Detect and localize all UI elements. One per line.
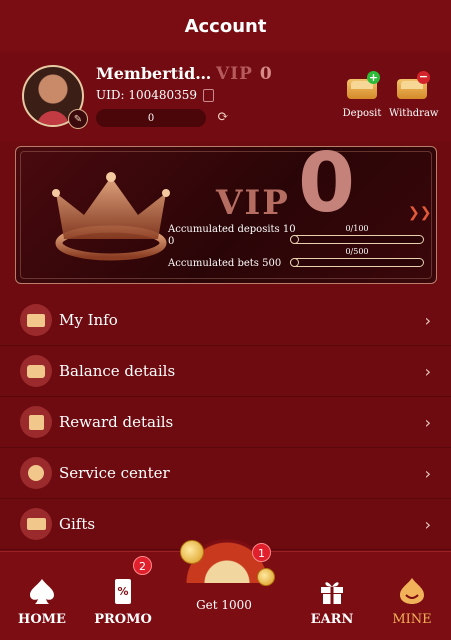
get-bonus-label[interactable]: Get 1000 [186,598,262,612]
gift-box-icon [321,582,343,604]
gift-icon [20,406,52,438]
page-title: Account [184,15,267,37]
menu-item-reward-details[interactable]: Reward details › [0,397,451,448]
svg-text:%: % [117,585,128,598]
chevron-right-icon: › [424,361,431,381]
get-badge: 1 [252,543,271,562]
header: Account [0,0,451,53]
balance-display: 0 [96,109,206,127]
menu-item-my-info[interactable]: My Info › [0,295,451,346]
chevron-right-icon: › [424,310,431,330]
tab-earn-label: EARN [310,612,354,627]
deposits-label-line1: Accumulated deposits 10 [168,224,296,235]
coin-icon [180,540,204,564]
menu-item-service-center[interactable]: Service center › [0,448,451,499]
deposits-progress-bar [290,235,424,244]
menu-item-label: Gifts [59,515,96,533]
deposit-wallet-icon: + [345,71,380,101]
deposits-label: Accumulated deposits 10 0 [168,224,296,248]
menu-item-label: My Info [59,311,118,329]
avatar[interactable]: ✎ [22,65,88,129]
vip-level: 0 [259,64,273,84]
deposits-label-line2: 0 [168,236,175,247]
tab-promo[interactable]: % PROMO [88,576,158,627]
vip-card[interactable]: VIP 0 ❯❯ Accumulated deposits 10 0 0/100… [15,146,437,284]
headset-icon [20,457,52,489]
profile-section: ✎ Membertid… VIP 0 UID: 100480359 0 ⟳ + … [0,52,451,142]
tab-earn[interactable]: EARN [297,576,367,627]
deposits-progress-text: 0/100 [345,224,369,233]
chevron-right-icon: › [424,412,431,432]
avatar-shirt [37,111,69,125]
deposit-label: Deposit [342,108,382,119]
balance-value: 0 [147,112,155,124]
uid-row: UID: 100480359 [96,88,215,102]
account-menu: My Info › Balance details › Reward detai… [0,295,451,550]
bets-progress-text: 0/500 [345,247,369,256]
ticket-icon [20,508,52,540]
id-card-icon [20,304,52,336]
bottom-nav: HOME % PROMO 2 1 Get 1000 EARN MINE [0,539,451,640]
bets-label: Accumulated bets 500 [168,258,282,269]
menu-item-label: Service center [59,464,170,482]
promo-badge: 2 [133,556,152,575]
menu-item-label: Reward details [59,413,174,431]
chevron-right-icon: › [424,463,431,483]
bets-progress-bar [290,258,424,267]
edit-avatar-icon[interactable]: ✎ [68,109,88,129]
refresh-icon[interactable]: ⟳ [214,108,232,126]
tab-promo-label: PROMO [94,612,152,627]
coupon-icon: % [115,579,131,604]
withdraw-label: Withdraw [389,108,439,119]
vip-card-level: 0 [298,146,356,231]
chevron-right-icon: › [424,514,431,534]
crown-icon [52,172,170,261]
wallet-icon [20,355,52,387]
coin-icon [257,568,275,586]
next-level-icon[interactable]: ❯❯ [408,205,431,221]
vip-card-title: VIP [216,183,290,223]
menu-item-label: Balance details [59,362,176,380]
withdraw-wallet-icon: − [395,71,430,101]
tab-home[interactable]: HOME [7,576,77,627]
tab-mine-label: MINE [392,612,432,627]
spade-icon [30,579,54,604]
tab-mine[interactable]: MINE [377,576,447,627]
uid-text: UID: 100480359 [96,88,198,102]
tab-home-label: HOME [18,612,66,627]
vip-label: VIP [216,64,253,84]
menu-item-balance-details[interactable]: Balance details › [0,346,451,397]
mine-smile-icon [400,578,424,604]
vip-level-badge: VIP 0 [216,64,273,84]
username: Membertid… [96,64,212,83]
copy-icon[interactable] [203,88,215,102]
withdraw-button[interactable]: − Withdraw [389,71,439,120]
deposit-button[interactable]: + Deposit [339,71,385,119]
